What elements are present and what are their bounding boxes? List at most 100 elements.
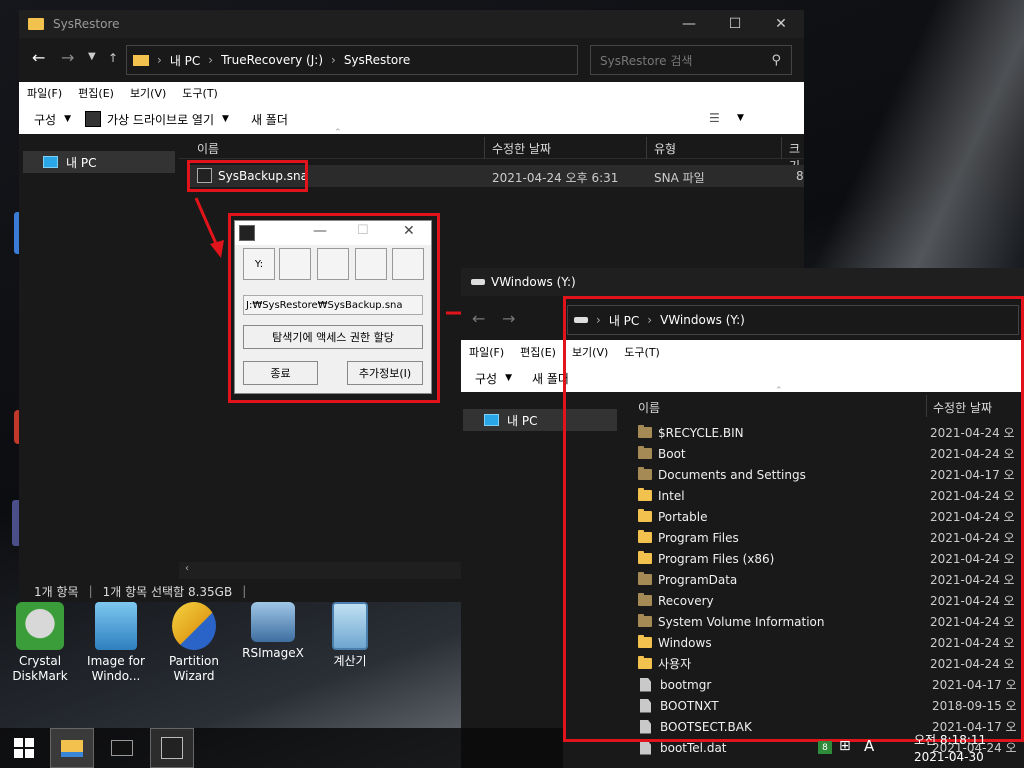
forward-arrow-icon[interactable]: → [502,309,515,328]
address-bar[interactable]: › 내 PC › TrueRecovery (J:) › SysRestore [126,45,578,75]
list-item[interactable]: Intel 2021-04-24 오 [638,485,1024,506]
more-info-button[interactable]: 추가정보(I) [347,361,423,385]
item-date: 2021-04-24 오 [930,426,1015,440]
drive-slot-selected[interactable]: Y: [243,248,275,280]
dropdown-icon[interactable]: ▼ [64,114,71,124]
forward-arrow-icon[interactable]: → [61,48,74,67]
close-button[interactable]: ✕ [758,10,804,38]
image-path-field[interactable]: J:₩SysRestore₩SysBackup.sna [243,295,423,315]
menu-edit[interactable]: 편집(E) [512,344,564,360]
list-item[interactable]: Program Files 2021-04-24 오 [638,527,1024,548]
menu-view[interactable]: 보기(V) [122,85,174,101]
scroll-left-icon[interactable]: ‹ [185,563,189,574]
minimize-button[interactable]: — [313,223,327,239]
breadcrumb-item[interactable]: 내 PC [609,312,639,329]
nav-item-this-pc[interactable]: 내 PC [23,151,175,173]
column-divider[interactable] [781,137,782,159]
maximize-button[interactable]: ☐ [712,10,758,38]
minimize-button[interactable]: — [666,10,712,38]
menu-edit[interactable]: 편집(E) [70,85,122,101]
grant-explorer-access-button[interactable]: 탐색기에 액세스 권한 할당 [243,325,423,349]
list-item[interactable]: Windows 2021-04-24 오 [638,632,1024,653]
search-icon[interactable]: ⚲ [771,53,781,68]
item-name: BOOTSECT.BAK [660,719,752,734]
organize-button[interactable]: 구성 [475,370,497,387]
view-options-icon[interactable]: ☰ [709,111,720,125]
title-bar[interactable]: SysRestore — ☐ ✕ [19,10,804,38]
file-icon [640,740,651,755]
desktop-icon-crystaldiskmark[interactable]: Crystal DiskMark [5,602,75,684]
menu-tools[interactable]: 도구(T) [616,344,668,360]
item-name: Program Files (x86) [658,551,775,566]
start-button[interactable] [2,728,46,768]
address-bar[interactable]: › 내 PC › VWindows (Y:) [567,305,1019,335]
search-box[interactable]: SysRestore 검색 ⚲ [590,45,792,75]
desktop-icon-partition-wizard[interactable]: Partition Wizard [159,602,229,684]
menu-file[interactable]: 파일(F) [461,344,512,360]
horizontal-scrollbar[interactable]: ‹ [179,562,469,579]
breadcrumb-item[interactable]: TrueRecovery (J:) [221,53,323,67]
list-item[interactable]: 사용자 2021-04-24 오 [638,653,1024,674]
recent-dropdown-icon[interactable]: ▼ [88,51,96,62]
list-item[interactable]: Portable 2021-04-24 오 [638,506,1024,527]
drive-slot[interactable] [279,248,311,280]
new-folder-button[interactable]: 새 폴더 [251,111,288,128]
breadcrumb-item[interactable]: SysRestore [344,53,411,67]
column-name[interactable]: 이름 [197,140,219,157]
list-item[interactable]: $RECYCLE.BIN 2021-04-24 오 [638,422,1024,443]
list-item[interactable]: Boot 2021-04-24 오 [638,443,1024,464]
windows-logo-icon [14,738,34,758]
tray-time[interactable]: 오전 8:18:11 [914,731,986,748]
file-date: 2021-04-24 오후 6:31 [492,171,619,185]
breadcrumb-item[interactable]: VWindows (Y:) [660,313,745,327]
dropdown-icon[interactable]: ▼ [222,114,229,124]
list-item[interactable]: bootmgr 2021-04-17 오 [638,674,1024,695]
list-item[interactable]: System Volume Information 2021-04-24 오 [638,611,1024,632]
nav-item-this-pc[interactable]: 내 PC [463,409,617,431]
tray-keyboard-icon[interactable]: ⊞ [839,738,851,754]
tray-ime-indicator[interactable]: A [864,737,874,755]
desktop-icon-rsimagex[interactable]: RSImageX [238,602,308,661]
folder-icon [638,572,652,585]
taskbar-mount-app[interactable] [150,728,194,768]
drive-slot[interactable] [392,248,424,280]
up-arrow-icon[interactable]: ↑ [108,51,118,65]
column-date[interactable]: 수정한 날짜 [933,399,992,416]
menu-tools[interactable]: 도구(T) [174,85,226,101]
column-name[interactable]: 이름 [638,399,660,416]
tray-date[interactable]: 2021-04-30 [914,750,984,764]
dropdown-icon[interactable]: ▼ [737,113,744,123]
dialog-title-bar[interactable]: — ☐ ✕ [235,221,431,245]
tray-badge[interactable]: 8 [818,741,832,754]
desktop-icon-calculator[interactable]: 계산기 [315,602,385,669]
table-row-selected[interactable]: SysBackup.sna 2021-04-24 오후 6:31 SNA 파일 … [187,165,804,187]
organize-button[interactable]: 구성 [34,111,56,128]
taskbar-file-explorer[interactable] [50,728,94,768]
back-arrow-icon[interactable]: ← [32,48,45,67]
dropdown-icon[interactable]: ▼ [505,373,512,383]
taskbar-console[interactable] [100,728,144,768]
column-divider[interactable] [484,137,485,159]
list-item[interactable]: Documents and Settings 2021-04-17 오 [638,464,1024,485]
list-item[interactable]: Program Files (x86) 2021-04-24 오 [638,548,1024,569]
column-divider[interactable] [926,395,927,417]
menu-file[interactable]: 파일(F) [19,85,70,101]
back-arrow-icon[interactable]: ← [472,309,485,328]
column-type[interactable]: 유형 [654,140,676,157]
desktop-icon-image-for-windows[interactable]: Image for Windo... [81,602,151,684]
list-item[interactable]: Recovery 2021-04-24 오 [638,590,1024,611]
column-date[interactable]: 수정한 날짜 [492,140,551,157]
drive-slot[interactable] [355,248,387,280]
mount-virtual-drive-button[interactable]: 가상 드라이브로 열기 [107,111,214,128]
title-bar[interactable]: VWindows (Y:) [461,268,1024,296]
item-date: 2018-09-15 오 [932,699,1017,713]
exit-button[interactable]: 종료 [243,361,318,385]
breadcrumb-item[interactable]: 내 PC [170,52,200,69]
drive-slot[interactable] [317,248,349,280]
list-item[interactable]: BOOTNXT 2018-09-15 오 [638,695,1024,716]
new-folder-button[interactable]: 새 폴더 [532,370,569,387]
column-divider[interactable] [646,137,647,159]
list-item[interactable]: ProgramData 2021-04-24 오 [638,569,1024,590]
close-button[interactable]: ✕ [403,223,415,239]
menu-view[interactable]: 보기(V) [564,344,616,360]
